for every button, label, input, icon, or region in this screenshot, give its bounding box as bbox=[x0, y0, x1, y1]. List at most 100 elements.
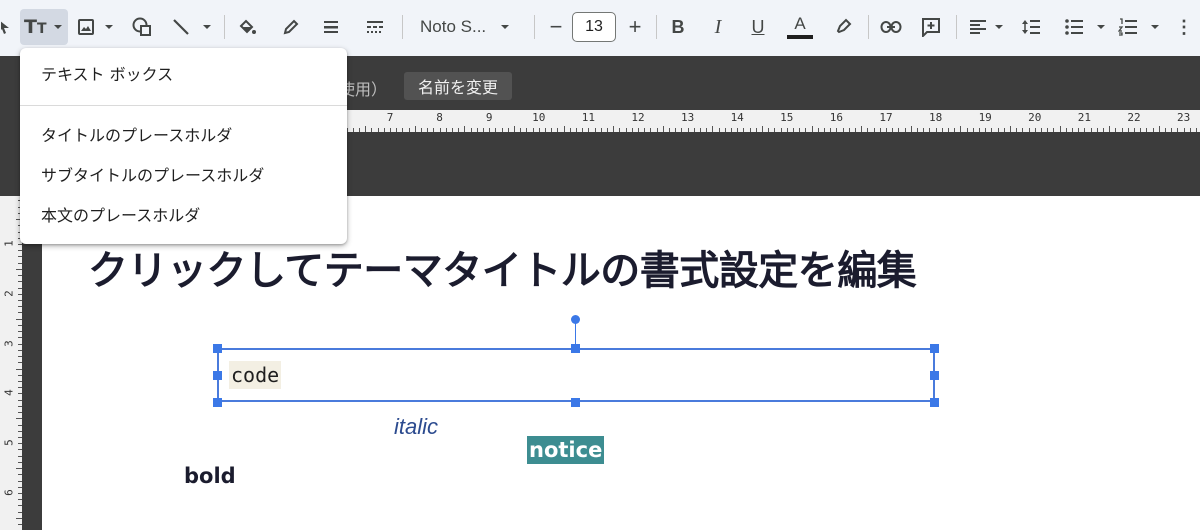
ruler-tick bbox=[1177, 128, 1179, 132]
bold-text[interactable]: bold bbox=[184, 464, 236, 488]
resize-handle-top-right[interactable] bbox=[930, 344, 939, 353]
menu-item-title-placeholder[interactable]: タイトルのプレースホルダ bbox=[20, 116, 347, 152]
paint-bucket-icon bbox=[239, 19, 256, 34]
resize-handle-top[interactable] bbox=[571, 344, 580, 353]
image-dropdown-button[interactable] bbox=[102, 9, 116, 45]
ruler-tick bbox=[557, 128, 559, 132]
ruler-tick bbox=[18, 443, 22, 445]
slide-title-placeholder[interactable]: クリックしてテーマタイトルの書式設定を編集 bbox=[88, 238, 917, 296]
notice-text[interactable]: notice bbox=[527, 436, 605, 464]
numbered-list-dropdown-button[interactable] bbox=[1148, 9, 1162, 45]
text-color-button[interactable]: A bbox=[786, 9, 814, 45]
numbered-list-button[interactable] bbox=[1116, 9, 1140, 45]
ruler-tick bbox=[18, 275, 22, 277]
ruler-tick bbox=[886, 128, 887, 132]
add-comment-button[interactable] bbox=[918, 9, 944, 45]
line-spacing-button[interactable] bbox=[1018, 9, 1044, 45]
font-family-select[interactable]: Noto S... bbox=[412, 9, 524, 45]
ruler-tick bbox=[1121, 128, 1123, 132]
align-button[interactable] bbox=[966, 9, 990, 45]
ruler-number: 12 bbox=[631, 111, 645, 124]
ruler-tick bbox=[631, 128, 633, 132]
align-dropdown-button[interactable] bbox=[992, 9, 1006, 45]
more-options-button[interactable]: ⋮ bbox=[1175, 9, 1193, 45]
ruler-tick bbox=[861, 126, 863, 132]
ruler-tick bbox=[941, 128, 943, 132]
vertical-ruler[interactable]: 1 2 3 4 5 6 bbox=[0, 196, 22, 530]
resize-handle-top-left[interactable] bbox=[213, 344, 222, 353]
toolbar-divider bbox=[534, 15, 535, 39]
ruler-tick bbox=[985, 128, 987, 132]
ruler-tick bbox=[923, 128, 925, 132]
line-dropdown-button[interactable] bbox=[200, 9, 214, 45]
ruler-number: 14 bbox=[730, 111, 744, 124]
bold-button[interactable]: B bbox=[666, 9, 690, 45]
line-tool-button[interactable] bbox=[168, 9, 194, 45]
ruler-tick bbox=[954, 128, 956, 132]
rotation-handle-stem bbox=[575, 322, 576, 346]
font-size-input[interactable]: 13 bbox=[572, 12, 616, 42]
selected-text-box[interactable] bbox=[217, 348, 935, 402]
text-box-tool-button[interactable]: TT bbox=[20, 9, 68, 45]
border-dash-button[interactable] bbox=[362, 9, 388, 45]
ruler-tick bbox=[18, 474, 22, 476]
ruler-tick bbox=[18, 393, 22, 395]
rotation-handle[interactable] bbox=[571, 315, 580, 324]
pencil-icon bbox=[283, 19, 299, 35]
chevron-down-icon bbox=[203, 25, 211, 29]
numbered-list-icon bbox=[1118, 18, 1137, 36]
ruler-tick bbox=[1189, 128, 1191, 132]
bulleted-list-dropdown-button[interactable] bbox=[1094, 9, 1108, 45]
resize-handle-left[interactable] bbox=[213, 371, 222, 380]
ruler-tick bbox=[607, 128, 608, 132]
resize-handle-bottom-left[interactable] bbox=[213, 398, 222, 407]
menu-item-body-placeholder[interactable]: 本文のプレースホルダ bbox=[20, 196, 347, 232]
highlight-color-button[interactable] bbox=[830, 9, 856, 45]
ruler-tick bbox=[855, 128, 856, 132]
insert-image-button[interactable] bbox=[74, 9, 98, 45]
resize-handle-bottom-right[interactable] bbox=[930, 398, 939, 407]
increase-font-size-button[interactable]: + bbox=[622, 9, 648, 45]
ruler-tick bbox=[18, 337, 22, 339]
toolbar-divider bbox=[656, 15, 657, 39]
select-tool-button[interactable] bbox=[0, 9, 14, 45]
border-color-button[interactable] bbox=[278, 9, 304, 45]
ruler-tick bbox=[879, 128, 881, 132]
resize-handle-right[interactable] bbox=[930, 371, 939, 380]
ruler-tick bbox=[18, 399, 22, 401]
menu-item-subtitle-placeholder[interactable]: サブタイトルのプレースホルダ bbox=[20, 156, 347, 192]
menu-item-text-box[interactable]: テキスト ボックス bbox=[20, 55, 347, 91]
ruler-tick bbox=[414, 126, 416, 132]
ruler-tick bbox=[948, 128, 949, 132]
ruler-tick bbox=[464, 126, 466, 132]
ruler-tick bbox=[16, 368, 22, 370]
ruler-tick bbox=[917, 128, 918, 132]
rename-button[interactable]: 名前を変更 bbox=[404, 72, 512, 100]
italic-button[interactable]: I bbox=[706, 9, 730, 45]
ruler-tick bbox=[1165, 128, 1166, 132]
border-weight-button[interactable] bbox=[318, 9, 344, 45]
highlighter-icon bbox=[836, 18, 852, 34]
italic-text[interactable]: italic bbox=[394, 414, 438, 440]
horizontal-ruler[interactable]: 7 8 9 10 11 12 13 14 15 16 17 18 19 20 21 22 23 bbox=[340, 110, 1200, 132]
ruler-tick bbox=[18, 387, 22, 389]
insert-link-button[interactable] bbox=[878, 9, 904, 45]
ruler-tick bbox=[576, 128, 577, 132]
ruler-tick bbox=[538, 128, 540, 132]
resize-handle-bottom[interactable] bbox=[571, 398, 580, 407]
ruler-tick bbox=[18, 436, 22, 438]
toolbar-divider bbox=[402, 15, 403, 39]
bulleted-list-icon bbox=[1065, 19, 1083, 35]
fill-color-button[interactable] bbox=[234, 9, 260, 45]
ruler-tick bbox=[824, 128, 825, 132]
toolbar-divider bbox=[868, 15, 869, 39]
shape-button[interactable] bbox=[128, 9, 156, 45]
ruler-tick bbox=[1016, 128, 1018, 132]
ruler-tick bbox=[700, 128, 701, 132]
bulleted-list-button[interactable] bbox=[1062, 9, 1086, 45]
code-text[interactable]: code bbox=[229, 361, 282, 389]
decrease-font-size-button[interactable]: − bbox=[544, 9, 568, 45]
ruler-tick bbox=[377, 128, 379, 132]
underline-button[interactable]: U bbox=[746, 9, 770, 45]
ruler-tick bbox=[873, 128, 875, 132]
